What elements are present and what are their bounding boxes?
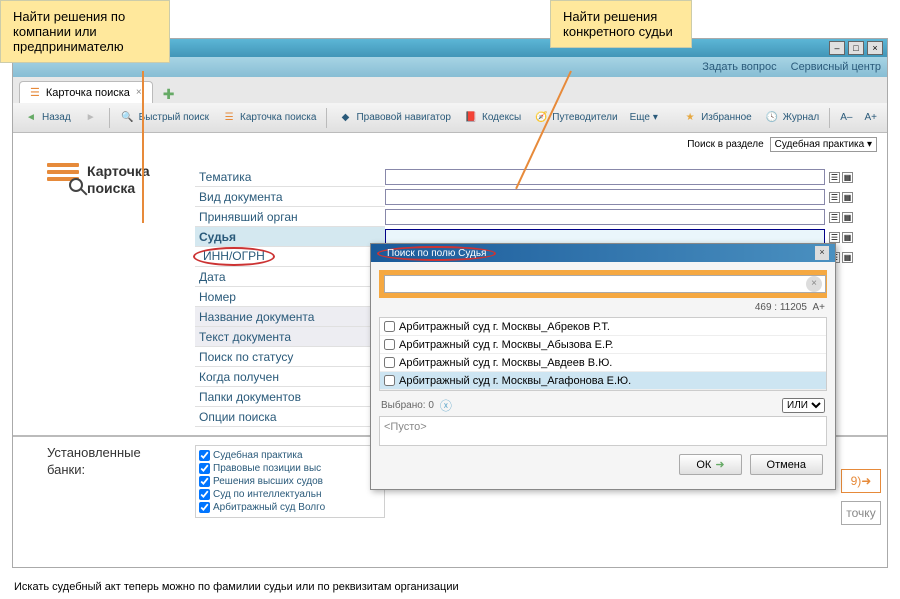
bank-item[interactable]: Арбитражный суд Волго — [199, 501, 381, 514]
popup-selected-label: Выбрано: 0 — [381, 400, 434, 411]
red-circle-popup-title: Поиск по полю Судья — [377, 246, 496, 261]
tab-add-icon[interactable]: ✚ — [157, 86, 181, 103]
popup-search-box: × — [379, 270, 827, 298]
window-maximize-icon[interactable]: □ — [848, 41, 864, 55]
sub-toolbar: Поиск в разделе Судебная практика ▾ — [13, 133, 887, 155]
field-number[interactable]: Номер — [195, 287, 385, 307]
popup-checkbox[interactable] — [384, 321, 395, 332]
field-calendar-icon[interactable]: ▦ — [842, 172, 853, 183]
popup-font-plus[interactable]: A+ — [812, 302, 825, 313]
tab-icon: ☰ — [30, 86, 40, 99]
popup-count: 469 : 11205 A+ — [379, 298, 827, 317]
red-circle-inn: ИНН/ОГРН — [193, 247, 275, 266]
main-toolbar: ◄Назад ► 🔍Быстрый поиск ☰Карточка поиска… — [13, 103, 887, 133]
field-action-icon[interactable]: ☰ — [829, 172, 840, 183]
field-doc-name[interactable]: Название документа — [195, 307, 385, 327]
popup-item[interactable]: Арбитражный суд г. Москвы_Авдеев В.Ю. — [380, 354, 826, 372]
card-title-2: поиска — [87, 180, 150, 197]
callout-company: Найти решения по компании или предприним… — [0, 0, 170, 63]
codes-button[interactable]: 📕Кодексы — [459, 108, 525, 128]
section-select[interactable]: Судебная практика ▾ — [770, 137, 877, 152]
field-doc-type[interactable]: Вид документа — [195, 187, 385, 207]
field-authority[interactable]: Принявший орган — [195, 207, 385, 227]
legal-nav-button[interactable]: ◆Правовой навигатор — [333, 108, 455, 128]
input-doc-type[interactable] — [385, 189, 825, 205]
fields-list: Тематика Вид документа Принявший орган С… — [195, 163, 385, 427]
card-title-block: Карточка поиска — [47, 163, 195, 427]
card-hint-button[interactable]: точку — [841, 501, 881, 525]
bank-item[interactable]: Правовые позиции выс — [199, 462, 381, 475]
field-folders[interactable]: Папки документов — [195, 387, 385, 407]
window-minimize-icon[interactable]: – — [829, 41, 845, 55]
window-close-icon[interactable]: × — [867, 41, 883, 55]
menu-service[interactable]: Сервисный центр — [791, 61, 881, 73]
popup-item[interactable]: Арбитражный суд г. Москвы_Абызова Е.Р. — [380, 336, 826, 354]
font-increase-button[interactable]: A+ — [860, 110, 881, 125]
popup-clear-selected-icon[interactable]: ⓧ — [440, 397, 452, 414]
judge-popup: Поиск по полю Судья × × 469 : 11205 A+ А… — [370, 243, 836, 490]
popup-search-input[interactable] — [384, 275, 826, 293]
search-card-button[interactable]: ☰Карточка поиска — [217, 108, 320, 128]
field-options[interactable]: Опции поиска — [195, 407, 385, 427]
field-inn[interactable]: ИНН/ОГРН — [195, 247, 385, 267]
tab-close-icon[interactable]: × — [136, 87, 142, 98]
popup-logic-select[interactable]: ИЛИ — [782, 398, 825, 413]
journal-button[interactable]: 🕓Журнал — [760, 108, 824, 128]
card-title-1: Карточка — [87, 163, 150, 180]
popup-item[interactable]: Арбитражный суд г. Москвы_Агафонова Е.Ю. — [380, 372, 826, 390]
popup-selected-bar: Выбрано: 0 ⓧ ИЛИ — [379, 391, 827, 416]
popup-item[interactable]: Арбитражный суд г. Москвы_Абреков Р.Т. — [380, 318, 826, 336]
bank-item[interactable]: Суд по интеллектуальн — [199, 488, 381, 501]
popup-search-clear-icon[interactable]: × — [806, 276, 822, 292]
guides-button[interactable]: 🧭Путеводители — [529, 108, 621, 128]
menu-ask[interactable]: Задать вопрос — [702, 61, 776, 73]
results-button[interactable]: 9) ➜ — [841, 469, 881, 493]
tab-title: Карточка поиска — [46, 87, 130, 99]
more-button[interactable]: Еще ▾ — [626, 110, 662, 125]
field-doc-text[interactable]: Текст документа — [195, 327, 385, 347]
field-status[interactable]: Поиск по статусу — [195, 347, 385, 367]
banks-list: Судебная практика Правовые позиции выс Р… — [195, 445, 385, 518]
field-date[interactable]: Дата — [195, 267, 385, 287]
field-received[interactable]: Когда получен — [195, 367, 385, 387]
field-judge[interactable]: Судья — [195, 227, 385, 247]
popup-close-icon[interactable]: × — [815, 246, 829, 260]
popup-title-bar: Поиск по полю Судья × — [371, 244, 835, 262]
tab-bar: ☰ Карточка поиска × ✚ — [13, 77, 887, 103]
banks-label: Установленные банки: — [47, 445, 195, 518]
input-theme[interactable] — [385, 169, 825, 185]
popup-ok-button[interactable]: ОК➜ — [679, 454, 741, 475]
bank-item[interactable]: Решения высших судов — [199, 475, 381, 488]
search-card-icon — [47, 163, 79, 191]
quick-search-button[interactable]: 🔍Быстрый поиск — [116, 108, 213, 128]
tab-search-card[interactable]: ☰ Карточка поиска × — [19, 81, 153, 103]
image-caption: Искать судебный акт теперь можно по фами… — [14, 581, 459, 593]
favorites-button[interactable]: ★Избранное — [678, 108, 756, 128]
callout-company-text: Найти решения по компании или предприним… — [13, 9, 125, 54]
bank-checkbox[interactable] — [199, 450, 210, 461]
callout-judge-text: Найти решения конкретного судьи — [563, 9, 673, 39]
popup-empty-box: <Пусто> — [379, 416, 827, 446]
popup-buttons: ОК➜ Отмена — [379, 446, 827, 481]
callout-line-company — [142, 71, 144, 223]
font-decrease-button[interactable]: A– — [836, 110, 856, 125]
bank-item[interactable]: Судебная практика — [199, 449, 381, 462]
callout-judge: Найти решения конкретного судьи — [550, 0, 692, 48]
field-theme[interactable]: Тематика — [195, 167, 385, 187]
nav-back-button[interactable]: ◄Назад — [19, 108, 75, 128]
section-label: Поиск в разделе — [687, 139, 763, 150]
input-authority[interactable] — [385, 209, 825, 225]
popup-list: Арбитражный суд г. Москвы_Абреков Р.Т. А… — [379, 317, 827, 391]
nav-forward-button[interactable]: ► — [79, 108, 103, 128]
popup-cancel-button[interactable]: Отмена — [750, 454, 823, 475]
